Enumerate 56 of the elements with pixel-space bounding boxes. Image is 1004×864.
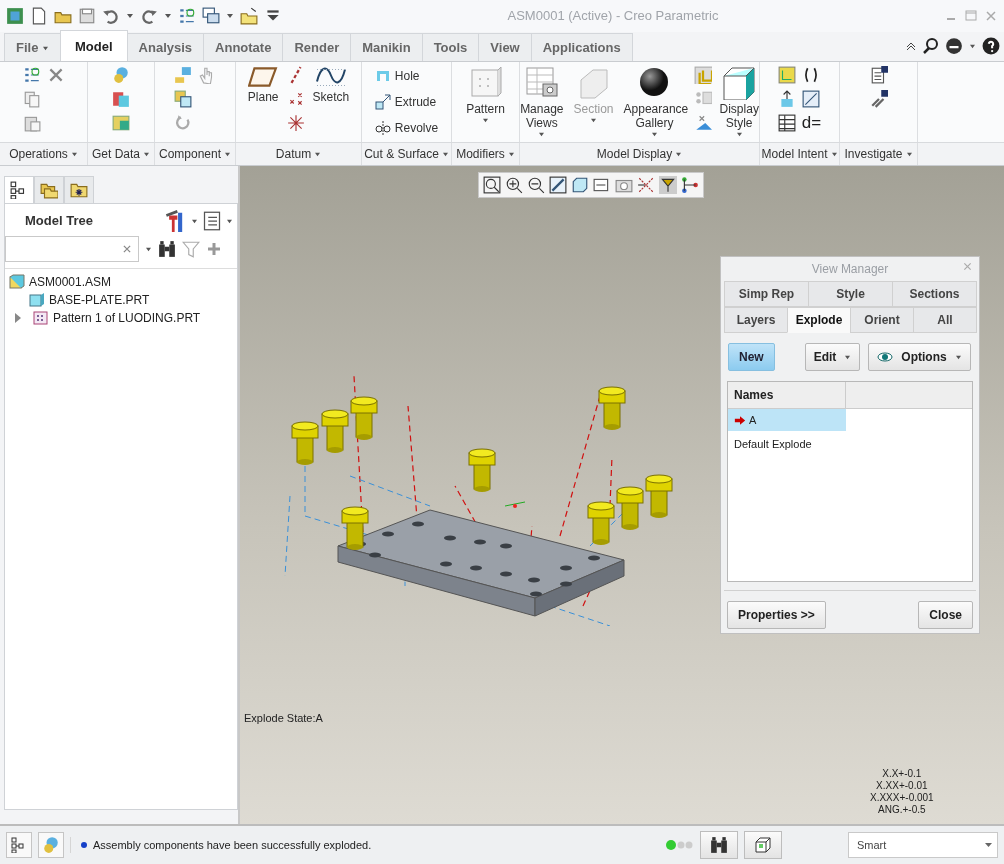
tree-item[interactable]: Pattern 1 of LUODING.PRT — [53, 309, 201, 327]
relations-glyph[interactable]: d= — [801, 114, 822, 132]
column-header: Names — [728, 382, 846, 409]
dialog-tab[interactable]: All — [913, 307, 977, 333]
ribbon-button[interactable]: Hole — [374, 66, 420, 86]
dialog-tab[interactable]: Simp Rep — [724, 281, 809, 307]
explode-state-label: Explode State:A — [244, 711, 323, 726]
group-label[interactable]: Operations — [0, 143, 88, 165]
tolerance-note: X.XXX+-0.001 — [870, 792, 934, 804]
file-menu[interactable]: File — [4, 32, 62, 61]
dialog-tab[interactable]: Style — [808, 281, 893, 307]
ribbon-tab[interactable]: Annotate — [203, 32, 284, 61]
ribbon-tab[interactable]: Analysis — [126, 32, 205, 61]
group-label[interactable]: Investigate — [840, 143, 918, 165]
filter-dropdown[interactable]: Smart — [848, 832, 998, 858]
ribbon-tab[interactable]: Applications — [530, 32, 633, 61]
group-label[interactable]: Model Intent — [760, 143, 840, 165]
status-message: Assembly components have been successfully exploded. — [93, 837, 372, 853]
ribbon-tab[interactable]: Manikin — [350, 32, 423, 61]
ribbon-button[interactable]: Sketch — [310, 66, 352, 138]
list-row[interactable]: A — [728, 409, 846, 431]
tree-item[interactable]: ASM0001.ASM — [29, 273, 112, 291]
properties-button[interactable]: Properties >> — [727, 601, 826, 629]
dialog-tab[interactable]: Orient — [850, 307, 914, 333]
tree-item[interactable]: BASE-PLATE.PRT — [49, 291, 150, 309]
group-label[interactable]: Get Data — [88, 143, 155, 165]
close-button[interactable]: Close — [918, 601, 973, 629]
dialog-tab[interactable]: Layers — [724, 307, 788, 333]
group-label[interactable]: Modifiers — [452, 143, 520, 165]
ribbon-tab[interactable]: Render — [282, 32, 352, 61]
ribbon-button[interactable]: Appearance Gallery — [621, 66, 688, 138]
panel-title: Model Tree — [25, 212, 94, 231]
group-label[interactable]: Cut & Surface — [362, 143, 452, 165]
ribbon-tab[interactable]: Model — [60, 29, 128, 61]
group-label[interactable]: Model Display — [520, 143, 760, 165]
new-button[interactable]: New — [728, 343, 775, 371]
group-label[interactable]: Datum — [236, 143, 362, 165]
ribbon-tab[interactable]: Tools — [421, 32, 480, 61]
ribbon-button[interactable]: Revolve — [374, 118, 439, 138]
dialog-tab[interactable]: Sections — [892, 281, 977, 307]
dialog-title: View Manager — [811, 261, 889, 278]
tolerance-note: X.X+-0.1 — [882, 768, 922, 780]
list-row[interactable]: Default Explode — [728, 431, 846, 457]
options-button[interactable]: Options — [868, 343, 971, 371]
tolerance-note: ANG.+-0.5 — [878, 804, 926, 816]
ribbon-button[interactable]: Pattern — [464, 66, 507, 138]
ribbon-tab[interactable]: View — [478, 32, 532, 61]
ribbon-button[interactable]: Manage Views — [518, 66, 566, 138]
dialog-tab[interactable]: Explode — [787, 307, 851, 333]
group-label[interactable]: Component — [155, 143, 236, 165]
window-title: ASM0001 (Active) - Creo Parametric — [506, 7, 720, 26]
ribbon-button[interactable]: Plane — [245, 66, 281, 138]
ribbon-button[interactable]: Display Style — [717, 66, 761, 138]
edit-button[interactable]: Edit — [804, 343, 861, 371]
ribbon-button[interactable]: Extrude — [374, 92, 437, 112]
tolerance-note: X.XX+-0.01 — [876, 780, 928, 792]
